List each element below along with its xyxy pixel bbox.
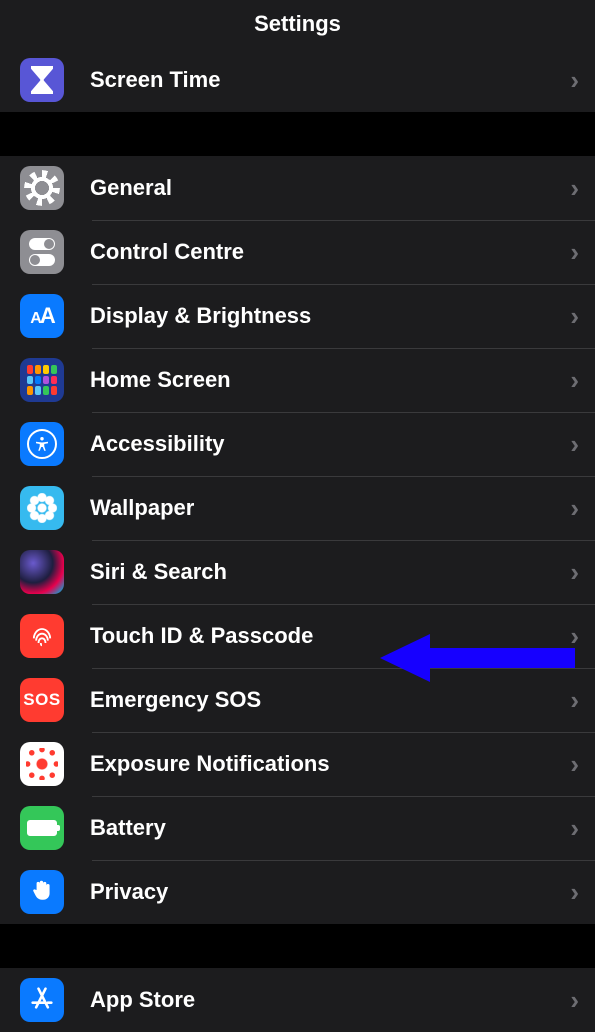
chevron-right-icon: › xyxy=(560,749,579,780)
header: Settings xyxy=(0,0,595,48)
row-battery[interactable]: Battery › xyxy=(0,796,595,860)
settings-group-1: General › Control Centre › AA Display & … xyxy=(0,156,595,924)
settings-group-2: App Store › xyxy=(0,968,595,1032)
chevron-right-icon: › xyxy=(560,301,579,332)
hourglass-icon xyxy=(20,58,64,102)
chevron-right-icon: › xyxy=(560,173,579,204)
row-label: Battery xyxy=(90,815,560,841)
siri-icon xyxy=(20,550,64,594)
flower-icon xyxy=(20,486,64,530)
chevron-right-icon: › xyxy=(560,813,579,844)
chevron-right-icon: › xyxy=(560,65,579,96)
accessibility-icon xyxy=(20,422,64,466)
home-grid-icon xyxy=(20,358,64,402)
battery-icon xyxy=(20,806,64,850)
row-label: Exposure Notifications xyxy=(90,751,560,777)
row-label: Privacy xyxy=(90,879,560,905)
toggles-icon xyxy=(20,230,64,274)
row-label: Home Screen xyxy=(90,367,560,393)
chevron-right-icon: › xyxy=(560,429,579,460)
chevron-right-icon: › xyxy=(560,493,579,524)
app-store-icon xyxy=(20,978,64,1022)
sos-icon: SOS xyxy=(20,678,64,722)
fingerprint-icon xyxy=(20,614,64,658)
row-accessibility[interactable]: Accessibility › xyxy=(0,412,595,476)
hand-icon xyxy=(20,870,64,914)
row-label: Display & Brightness xyxy=(90,303,560,329)
chevron-right-icon: › xyxy=(560,237,579,268)
row-screen-time[interactable]: Screen Time › xyxy=(0,48,595,112)
gear-icon xyxy=(20,166,64,210)
page-title: Settings xyxy=(254,11,341,37)
row-label: App Store xyxy=(90,987,560,1013)
chevron-right-icon: › xyxy=(560,621,579,652)
row-label: Siri & Search xyxy=(90,559,560,585)
row-touch-id-passcode[interactable]: Touch ID & Passcode › xyxy=(0,604,595,668)
row-label: Screen Time xyxy=(90,67,560,93)
row-label: Control Centre xyxy=(90,239,560,265)
row-exposure-notifications[interactable]: Exposure Notifications › xyxy=(0,732,595,796)
row-app-store[interactable]: App Store › xyxy=(0,968,595,1032)
row-privacy[interactable]: Privacy › xyxy=(0,860,595,924)
row-general[interactable]: General › xyxy=(0,156,595,220)
row-label: Touch ID & Passcode xyxy=(90,623,560,649)
settings-group-0: Screen Time › xyxy=(0,48,595,112)
row-display-brightness[interactable]: AA Display & Brightness › xyxy=(0,284,595,348)
text-size-icon: AA xyxy=(20,294,64,338)
row-label: General xyxy=(90,175,560,201)
chevron-right-icon: › xyxy=(560,365,579,396)
row-home-screen[interactable]: Home Screen › xyxy=(0,348,595,412)
row-label: Accessibility xyxy=(90,431,560,457)
row-label: Wallpaper xyxy=(90,495,560,521)
exposure-icon xyxy=(20,742,64,786)
group-spacer xyxy=(0,112,595,156)
chevron-right-icon: › xyxy=(560,557,579,588)
row-wallpaper[interactable]: Wallpaper › xyxy=(0,476,595,540)
chevron-right-icon: › xyxy=(560,985,579,1016)
chevron-right-icon: › xyxy=(560,877,579,908)
group-spacer xyxy=(0,924,595,968)
row-label: Emergency SOS xyxy=(90,687,560,713)
chevron-right-icon: › xyxy=(560,685,579,716)
row-siri-search[interactable]: Siri & Search › xyxy=(0,540,595,604)
row-emergency-sos[interactable]: SOS Emergency SOS › xyxy=(0,668,595,732)
row-control-centre[interactable]: Control Centre › xyxy=(0,220,595,284)
